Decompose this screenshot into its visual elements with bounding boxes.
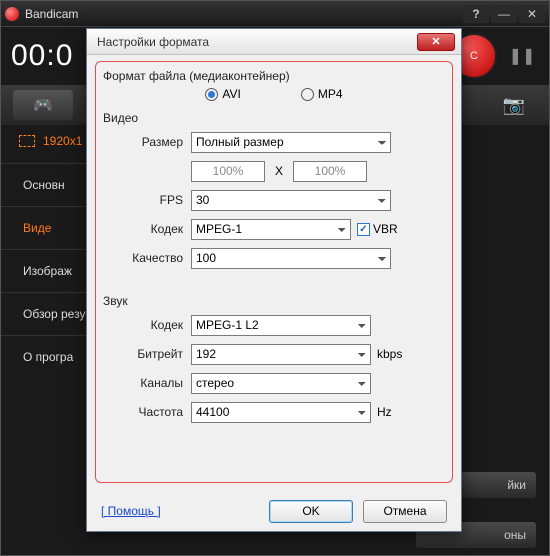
- pause-button[interactable]: ❚❚: [505, 39, 539, 73]
- check-icon: ✓: [357, 223, 370, 236]
- audio-codec-label: Кодек: [111, 318, 183, 332]
- help-link[interactable]: Помощь: [101, 504, 161, 518]
- dialog-body: Формат файла (медиаконтейнер) AVI MP4 Ви…: [87, 55, 461, 491]
- frequency-label: Частота: [111, 405, 183, 419]
- dialog-titlebar: Настройки формата ✕: [87, 29, 461, 55]
- ok-button[interactable]: OK: [269, 500, 353, 523]
- bitrate-label: Битрейт: [111, 347, 183, 361]
- video-codec-select[interactable]: MPEG-1: [191, 219, 351, 240]
- radio-avi-indicator: [205, 88, 218, 101]
- dialog-footer: Помощь OK Отмена: [87, 491, 461, 531]
- app-icon: [5, 7, 19, 21]
- frequency-unit: Hz: [377, 405, 392, 419]
- bitrate-unit: kbps: [377, 347, 402, 361]
- radio-mp4[interactable]: MP4: [301, 87, 343, 101]
- quality-label: Качество: [111, 251, 183, 265]
- fps-label: FPS: [111, 193, 183, 207]
- minimize-button[interactable]: —: [491, 5, 517, 23]
- bitrate-select[interactable]: 192: [191, 344, 371, 365]
- channels-label: Каналы: [111, 376, 183, 390]
- video-codec-label: Кодек: [111, 222, 183, 236]
- camera-icon[interactable]: 📷: [491, 91, 537, 119]
- width-percent-input: [191, 161, 265, 182]
- selection-rect-icon: [19, 135, 35, 147]
- gamepad-icon: 🎮: [33, 95, 53, 115]
- height-percent-input: [293, 161, 367, 182]
- close-button[interactable]: ✕: [519, 5, 545, 23]
- x-separator: X: [275, 164, 283, 178]
- format-settings-dialog: Настройки формата ✕ Формат файла (медиак…: [86, 28, 462, 532]
- help-button[interactable]: ?: [463, 5, 489, 23]
- audio-group-label: Звук: [103, 294, 449, 308]
- dialog-close-button[interactable]: ✕: [417, 33, 455, 51]
- game-mode-tab[interactable]: 🎮: [13, 90, 73, 120]
- radio-avi[interactable]: AVI: [205, 87, 240, 101]
- size-select[interactable]: Полный размер: [191, 132, 391, 153]
- titlebar: Bandicam ? — ✕: [1, 1, 549, 27]
- video-group-label: Видео: [103, 111, 449, 125]
- recording-timer: 00:0: [11, 39, 73, 73]
- frequency-select[interactable]: 44100: [191, 402, 371, 423]
- quality-select[interactable]: 100: [191, 248, 391, 269]
- fps-select[interactable]: 30: [191, 190, 391, 211]
- channels-select[interactable]: стерео: [191, 373, 371, 394]
- container-group-label: Формат файла (медиаконтейнер): [103, 69, 449, 83]
- size-label: Размер: [111, 135, 183, 149]
- dialog-title: Настройки формата: [97, 35, 417, 49]
- resolution-label: 1920x1: [43, 134, 82, 148]
- audio-codec-select[interactable]: MPEG-1 L2: [191, 315, 371, 336]
- app-title: Bandicam: [25, 7, 461, 21]
- vbr-checkbox[interactable]: ✓ VBR: [357, 222, 398, 236]
- radio-mp4-indicator: [301, 88, 314, 101]
- cancel-button[interactable]: Отмена: [363, 500, 447, 523]
